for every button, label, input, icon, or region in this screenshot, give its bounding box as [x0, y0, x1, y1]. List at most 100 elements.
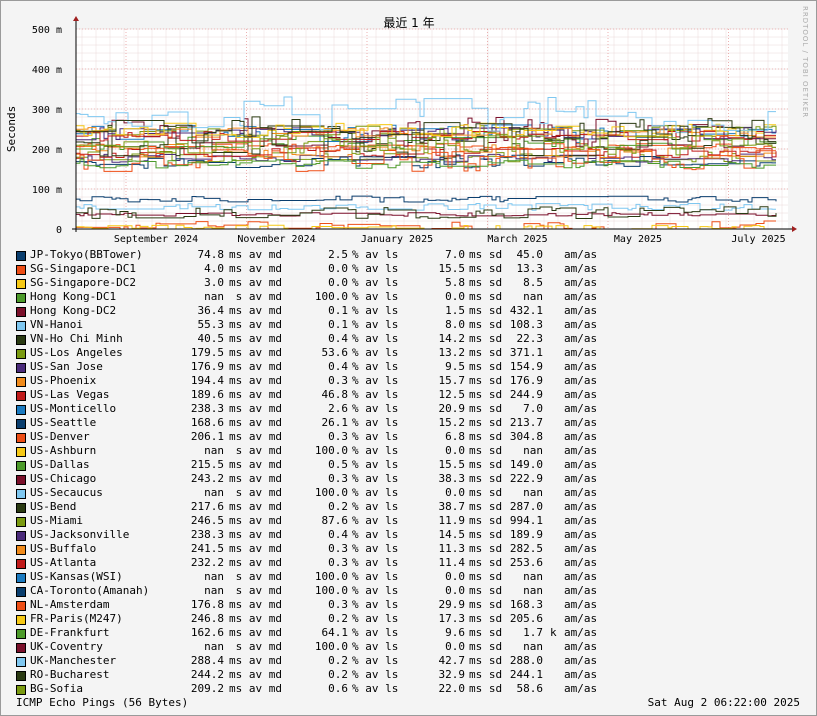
legend-amas: 287.0 — [509, 500, 543, 513]
legend-sd: 13.2 — [438, 346, 466, 359]
legend-sd-unit: ms sd — [469, 514, 503, 527]
legend-loss: 0.2 — [328, 500, 348, 513]
legend-loss: 0.5 — [328, 458, 348, 471]
legend-name: US-Kansas(WSI) — [30, 570, 123, 583]
legend-swatch — [16, 643, 26, 653]
legend-avg: 238.3 — [190, 402, 224, 415]
legend-sd: 0.0 — [445, 290, 465, 303]
legend-loss: 2.6 — [328, 402, 348, 415]
legend-loss-unit: % av ls — [352, 500, 399, 513]
legend-swatch — [16, 517, 26, 527]
legend-name: US-San Jose — [30, 360, 103, 373]
legend-loss-unit: % av ls — [352, 570, 399, 583]
legend-avg: 176.8 — [190, 598, 224, 611]
legend-avg-unit: ms av md — [229, 500, 282, 513]
graph-frame: 0 100 m 200 m 300 m 400 m 500 m September 2024… — [0, 0, 817, 716]
legend-avg: 206.1 — [190, 430, 224, 443]
y-tick-label: 500 m — [32, 25, 62, 36]
legend-sd: 5.8 — [445, 276, 465, 289]
legend-amas: nan — [523, 640, 543, 653]
legend-avg: 74.8 — [197, 248, 225, 261]
legend-sd: 20.9 — [438, 402, 466, 415]
legend-amas-label: am/as — [564, 514, 598, 527]
footer-caption: ICMP Echo Pings (56 Bytes) — [16, 696, 189, 709]
legend-name: US-Seattle — [30, 416, 97, 429]
legend-sd-unit: ms sd — [469, 472, 503, 485]
legend-avg-unit: s av md — [229, 444, 282, 457]
legend-swatch — [16, 293, 26, 303]
legend-loss-unit: % av ls — [352, 556, 399, 569]
legend-avg: 241.5 — [190, 542, 224, 555]
legend-amas-label: am/as — [564, 472, 598, 485]
legend-avg-unit: ms av md — [229, 262, 282, 275]
legend-avg-unit: ms av md — [229, 668, 282, 681]
legend-sd: 0.0 — [445, 444, 465, 457]
legend-amas-label: am/as — [564, 500, 598, 513]
legend-sd: 0.0 — [445, 486, 465, 499]
legend-name: US-Atlanta — [30, 556, 97, 569]
legend-avg-unit: ms av md — [229, 458, 282, 471]
legend-loss: 0.3 — [328, 430, 348, 443]
legend-avg-unit: ms av md — [229, 318, 282, 331]
legend-loss: 0.1 — [328, 318, 348, 331]
legend-swatch — [16, 391, 26, 401]
legend-loss-unit: % av ls — [352, 416, 399, 429]
legend-amas: 244.1 — [509, 668, 543, 681]
legend-swatch — [16, 573, 26, 583]
legend-loss: 0.3 — [328, 374, 348, 387]
legend-avg: 55.3 — [197, 318, 225, 331]
legend-amas: 288.0 — [509, 654, 543, 667]
legend-swatch — [16, 531, 26, 541]
legend-amas-label: am/as — [564, 444, 598, 457]
legend-avg-unit: ms av md — [229, 248, 282, 261]
legend-amas: 8.5 — [523, 276, 543, 289]
legend-sd-unit: ms sd — [469, 388, 503, 401]
legend-avg: 238.3 — [190, 528, 224, 541]
legend-sd: 29.9 — [438, 598, 466, 611]
legend-name: NL-Amsterdam — [30, 598, 110, 611]
legend-name: US-Dallas — [30, 458, 90, 471]
legend-avg: 40.5 — [197, 332, 225, 345]
legend-swatch — [16, 433, 26, 443]
legend-avg: 189.6 — [190, 388, 224, 401]
legend-swatch — [16, 279, 26, 289]
legend-avg-unit: ms av md — [229, 388, 282, 401]
legend-amas: 168.3 — [509, 598, 543, 611]
legend-swatch — [16, 377, 26, 387]
legend-avg: 232.2 — [190, 556, 224, 569]
legend-avg: 217.6 — [190, 500, 224, 513]
legend-swatch — [16, 349, 26, 359]
legend-loss-unit: % av ls — [352, 584, 399, 597]
legend-sd-unit: ms sd — [469, 304, 503, 317]
legend-name: FR-Paris(M247) — [30, 612, 123, 625]
legend-amas: 432.1 — [509, 304, 543, 317]
legend-amas-label: am/as — [564, 402, 598, 415]
legend-amas-label: am/as — [564, 626, 598, 639]
legend-amas: 7.0 — [523, 402, 543, 415]
legend-loss: 87.6 — [321, 514, 349, 527]
legend-loss: 2.5 — [328, 248, 348, 261]
legend-sd: 11.3 — [438, 542, 466, 555]
legend-loss: 0.3 — [328, 598, 348, 611]
legend-amas: 205.6 — [509, 612, 543, 625]
legend-avg-unit: s av md — [229, 640, 282, 653]
legend-sd: 32.9 — [438, 668, 466, 681]
legend-avg-unit: s av md — [229, 570, 282, 583]
legend-loss: 0.3 — [328, 556, 348, 569]
x-tick-label: March 2025 — [487, 234, 547, 245]
legend-amas: 154.9 — [509, 360, 543, 373]
legend-swatch — [16, 475, 26, 485]
legend-amas: nan — [523, 584, 543, 597]
legend-avg-unit: s av md — [229, 584, 282, 597]
legend-swatch — [16, 307, 26, 317]
legend-loss: 0.2 — [328, 654, 348, 667]
legend-amas-label: am/as — [564, 570, 598, 583]
legend-name: BG-Sofia — [30, 682, 83, 695]
legend-amas-label: am/as — [564, 416, 598, 429]
legend-name: US-Los Angeles — [30, 346, 123, 359]
legend-loss: 0.6 — [328, 682, 348, 695]
legend-amas-label: am/as — [564, 360, 598, 373]
legend-name: DE-Frankfurt — [30, 626, 110, 639]
legend-amas-label: am/as — [564, 304, 598, 317]
legend-amas: 149.0 — [509, 458, 543, 471]
